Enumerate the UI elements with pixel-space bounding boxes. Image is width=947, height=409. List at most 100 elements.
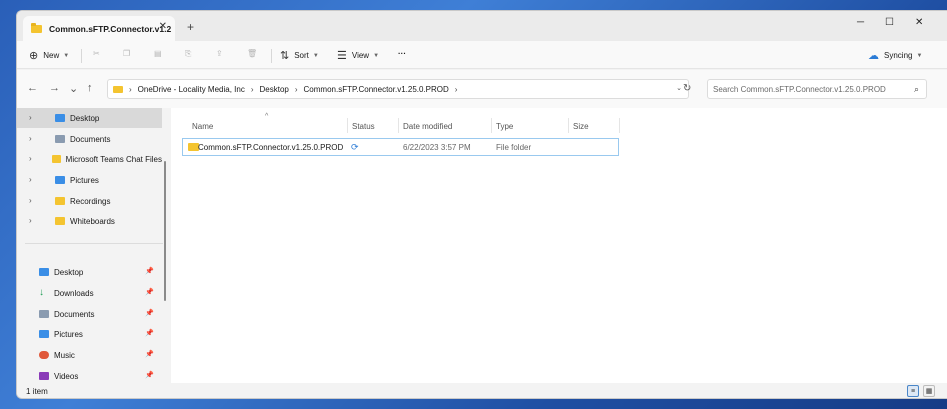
chevron-down-icon: ▼ — [63, 52, 70, 59]
documents-icon — [55, 135, 65, 143]
view-icon: ☰ — [337, 50, 347, 62]
pictures-icon — [55, 176, 65, 184]
delete-icon[interactable]: 🗑 — [247, 49, 257, 58]
chevron-down-icon: ▼ — [312, 52, 319, 59]
more-options-button[interactable]: ··· — [398, 49, 406, 58]
new-button[interactable]: ⊕ New ▼ — [29, 49, 69, 62]
divider — [81, 49, 82, 63]
music-icon — [39, 351, 49, 359]
search-input[interactable] — [713, 84, 903, 94]
nav-item-documents[interactable]: › Documents — [17, 129, 162, 149]
address-bar[interactable]: › OneDrive - Locality Media, Inc › Deskt… — [107, 79, 689, 99]
nav-scrollbar[interactable] — [164, 161, 166, 301]
quick-access-music[interactable]: Music 📌 — [17, 345, 162, 365]
chevron-right-icon[interactable]: › — [29, 196, 32, 205]
view-label: View — [351, 51, 370, 60]
sync-status-icon: ⟳ — [351, 142, 359, 152]
recent-locations-button[interactable]: ⌄ — [69, 82, 78, 95]
column-header-name[interactable]: Name — [192, 122, 213, 131]
column-header-type[interactable]: Type — [496, 122, 513, 131]
minimize-button[interactable]: ─ — [857, 17, 864, 28]
chevron-right-icon[interactable]: › — [29, 154, 32, 163]
nav-item-whiteboards[interactable]: › Whiteboards — [17, 211, 162, 231]
quick-access-label: Documents — [54, 309, 95, 319]
cut-icon[interactable]: ✂ — [93, 49, 100, 58]
sync-label: Syncing — [884, 51, 913, 60]
pin-icon[interactable]: 📌 — [145, 309, 154, 317]
pin-icon[interactable]: 📌 — [145, 350, 154, 358]
search-icon: ⌕ — [913, 84, 919, 94]
column-divider[interactable] — [491, 118, 492, 133]
nav-item-recordings[interactable]: › Recordings — [17, 191, 162, 211]
refresh-button[interactable]: ↻ — [683, 83, 691, 94]
desktop-icon — [39, 268, 49, 276]
column-divider[interactable] — [619, 118, 620, 133]
pin-icon[interactable]: 📌 — [145, 371, 154, 379]
sort-button[interactable]: ⇅ Sort ▼ — [280, 49, 319, 62]
address-row: ← → ⌄ ↑ › OneDrive - Locality Media, Inc… — [17, 70, 947, 108]
new-label: New — [43, 51, 60, 60]
tab-title: Common.sFTP.Connector.v1.2 — [49, 23, 172, 34]
column-header-size[interactable]: Size — [573, 122, 589, 131]
file-list-pane: ^ Name Status Date modified Type Size Co… — [171, 108, 947, 383]
paste-icon[interactable]: ▤ — [154, 49, 162, 58]
nav-item-label: Whiteboards — [70, 216, 115, 226]
pictures-icon — [39, 330, 49, 338]
copy-icon[interactable]: ❐ — [123, 49, 130, 58]
details-view-button[interactable]: ≡ — [907, 385, 919, 397]
pin-icon[interactable]: 📌 — [145, 329, 154, 337]
quick-access-label: Desktop — [54, 267, 84, 277]
quick-access-documents[interactable]: Documents 📌 — [17, 304, 162, 324]
column-header-date-modified[interactable]: Date modified — [403, 122, 452, 131]
folder-icon — [113, 85, 123, 93]
pin-icon[interactable]: 📌 — [145, 267, 154, 275]
nav-item-desktop[interactable]: › Desktop — [17, 108, 162, 128]
nav-item-teams-chat-files[interactable]: › Microsoft Teams Chat Files — [17, 149, 162, 169]
column-divider[interactable] — [347, 118, 348, 133]
new-tab-button[interactable]: + — [187, 20, 194, 34]
close-tab-icon[interactable]: ✕ — [159, 21, 167, 32]
up-button[interactable]: ↑ — [87, 82, 93, 94]
quick-access-label: Videos — [54, 371, 79, 381]
chevron-right-icon[interactable]: › — [29, 134, 32, 143]
nav-item-label: Recordings — [70, 196, 111, 206]
nav-item-pictures[interactable]: › Pictures — [17, 170, 162, 190]
downloads-icon: ↓ — [39, 287, 44, 298]
breadcrumb-onedrive[interactable]: OneDrive - Locality Media, Inc — [138, 85, 245, 94]
back-button[interactable]: ← — [27, 82, 38, 94]
view-button[interactable]: ☰ View ▼ — [337, 49, 379, 62]
file-row[interactable]: Common.sFTP.Connector.v1.25.0.PROD ⟳ 6/2… — [182, 138, 619, 156]
folder-icon — [55, 197, 65, 205]
breadcrumb-desktop[interactable]: Desktop — [260, 85, 289, 94]
column-divider[interactable] — [398, 118, 399, 133]
nav-item-label: Microsoft Teams Chat Files — [65, 154, 162, 164]
tab-current[interactable]: Common.sFTP.Connector.v1.2 ✕ — [23, 16, 175, 41]
nav-item-label: Desktop — [70, 113, 100, 123]
quick-access-pictures[interactable]: Pictures 📌 — [17, 324, 162, 344]
chevron-right-icon[interactable]: › — [29, 216, 32, 225]
chevron-right-icon[interactable]: › — [29, 113, 32, 122]
quick-access-downloads[interactable]: ↓ Downloads 📌 — [17, 283, 162, 303]
chevron-right-icon[interactable]: › — [29, 175, 32, 184]
quick-access-desktop[interactable]: Desktop 📌 — [17, 262, 162, 282]
close-window-button[interactable]: ✕ — [915, 17, 923, 28]
breadcrumb-current-folder[interactable]: Common.sFTP.Connector.v1.25.0.PROD — [304, 85, 449, 94]
sort-ascending-icon: ^ — [265, 113, 269, 120]
plus-circle-icon: ⊕ — [29, 50, 39, 62]
breadcrumb-separator-icon: › — [454, 84, 458, 94]
search-box[interactable]: ⌕ — [707, 79, 927, 99]
command-bar: ⊕ New ▼ ✂ ❐ ▤ ⎘ ⇪ 🗑 ⇅ Sort ▼ ☰ View ▼ ··… — [17, 41, 947, 69]
column-divider[interactable] — [568, 118, 569, 133]
pin-icon[interactable]: 📌 — [145, 288, 154, 296]
column-header-status[interactable]: Status — [352, 122, 375, 131]
rename-icon[interactable]: ⎘ — [185, 49, 191, 59]
videos-icon — [39, 372, 49, 380]
quick-access-videos[interactable]: Videos 📌 — [17, 366, 162, 383]
share-icon[interactable]: ⇪ — [216, 49, 223, 58]
file-date-modified: 6/22/2023 3:57 PM — [403, 143, 471, 152]
onedrive-sync-status[interactable]: ☁ Syncing ▼ — [868, 49, 922, 62]
address-history-chevron-icon[interactable]: ⌄ — [676, 84, 682, 92]
tiles-view-button[interactable]: ▦ — [923, 385, 935, 397]
forward-button[interactable]: → — [49, 82, 60, 94]
maximize-button[interactable]: ☐ — [885, 17, 894, 28]
